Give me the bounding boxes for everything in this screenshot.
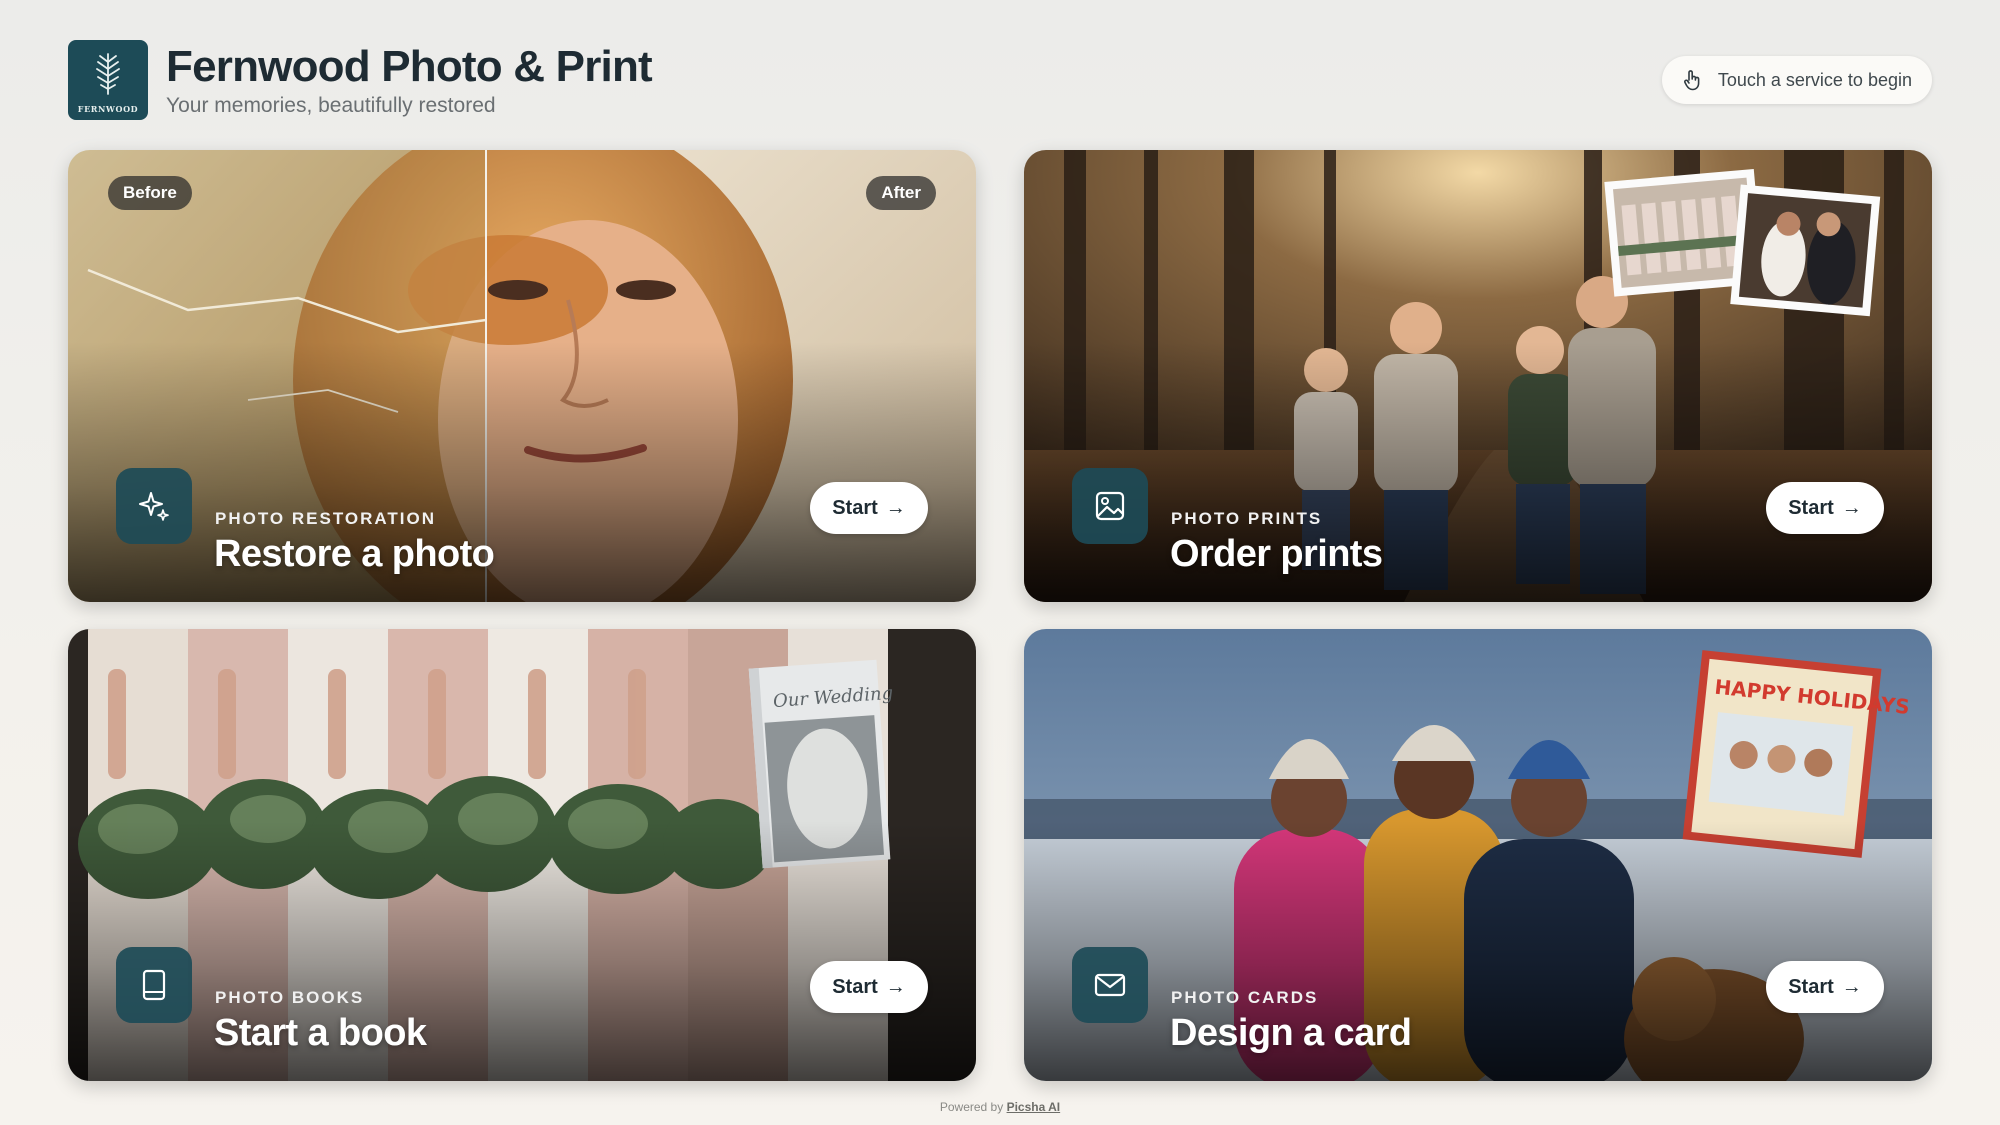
arrow-right-icon: → (1841, 496, 1862, 519)
card-gradient-overlay (68, 342, 976, 602)
start-button-prints[interactable]: Start → (1766, 482, 1884, 534)
start-button-label: Start (1788, 975, 1834, 998)
card-eyebrow: PHOTO RESTORATION (215, 509, 437, 528)
arrow-right-icon: → (885, 496, 906, 519)
powered-by-link[interactable]: Picsha AI (1007, 1100, 1061, 1114)
footer-prefix: Powered by (939, 1100, 1004, 1114)
envelope-icon (1094, 973, 1126, 997)
service-card-prints[interactable]: PHOTO PRINTS Order prints Start → (1024, 150, 1932, 602)
header: FERNWOOD Fernwood Photo & Print Your mem… (68, 40, 1932, 120)
start-button-cards[interactable]: Start → (1766, 961, 1884, 1013)
touch-hint-badge: Touch a service to begin (1661, 56, 1932, 104)
footer: Powered by Picsha AI (0, 1100, 2000, 1114)
arrow-right-icon: → (885, 975, 906, 998)
start-button-label: Start (1788, 496, 1834, 519)
start-button-restoration[interactable]: Start → (810, 482, 928, 534)
logo-wordmark: FERNWOOD (77, 104, 139, 114)
book-icon (142, 969, 166, 1001)
card-title: Start a book (214, 1012, 427, 1054)
service-card-restoration[interactable]: Before After PHOTO RESTORATION Restore a… (68, 150, 976, 602)
card-title: Design a card (1170, 1012, 1412, 1054)
touch-hint-text: Touch a service to begin (1717, 69, 1912, 90)
fernwood-logo: FERNWOOD (68, 40, 148, 120)
fern-leaf-icon (96, 53, 120, 95)
card-eyebrow: PHOTO CARDS (1171, 988, 1319, 1007)
start-button-label: Start (832, 496, 878, 519)
page-title: Fernwood Photo & Print (166, 42, 653, 91)
start-button-books[interactable]: Start → (810, 961, 928, 1013)
before-label: Before (108, 176, 192, 210)
card-gradient-overlay (68, 821, 976, 1081)
cards-icon-badge (1072, 947, 1148, 1023)
books-icon-badge (116, 947, 192, 1023)
after-label: After (866, 176, 936, 210)
image-icon (1095, 491, 1125, 521)
start-button-label: Start (832, 975, 878, 998)
page-subtitle: Your memories, beautifully restored (166, 94, 496, 117)
arrow-right-icon: → (1841, 975, 1862, 998)
card-gradient-overlay (1024, 342, 1932, 602)
service-card-cards[interactable]: HAPPY HOLIDAYS PHOTO CARDS Design a card… (1024, 629, 1932, 1081)
card-eyebrow: PHOTO BOOKS (215, 988, 365, 1007)
card-eyebrow: PHOTO PRINTS (1171, 509, 1323, 528)
sparkles-icon (139, 492, 169, 521)
card-title: Restore a photo (214, 533, 495, 575)
card-title: Order prints (1170, 533, 1383, 575)
prints-icon-badge (1072, 468, 1148, 544)
service-card-books[interactable]: Our Wedding PHOTO BOOKS Start a book Sta… (68, 629, 976, 1081)
hand-pointer-icon (1683, 70, 1700, 91)
restoration-icon-badge (116, 468, 192, 544)
card-gradient-overlay (1024, 821, 1932, 1081)
